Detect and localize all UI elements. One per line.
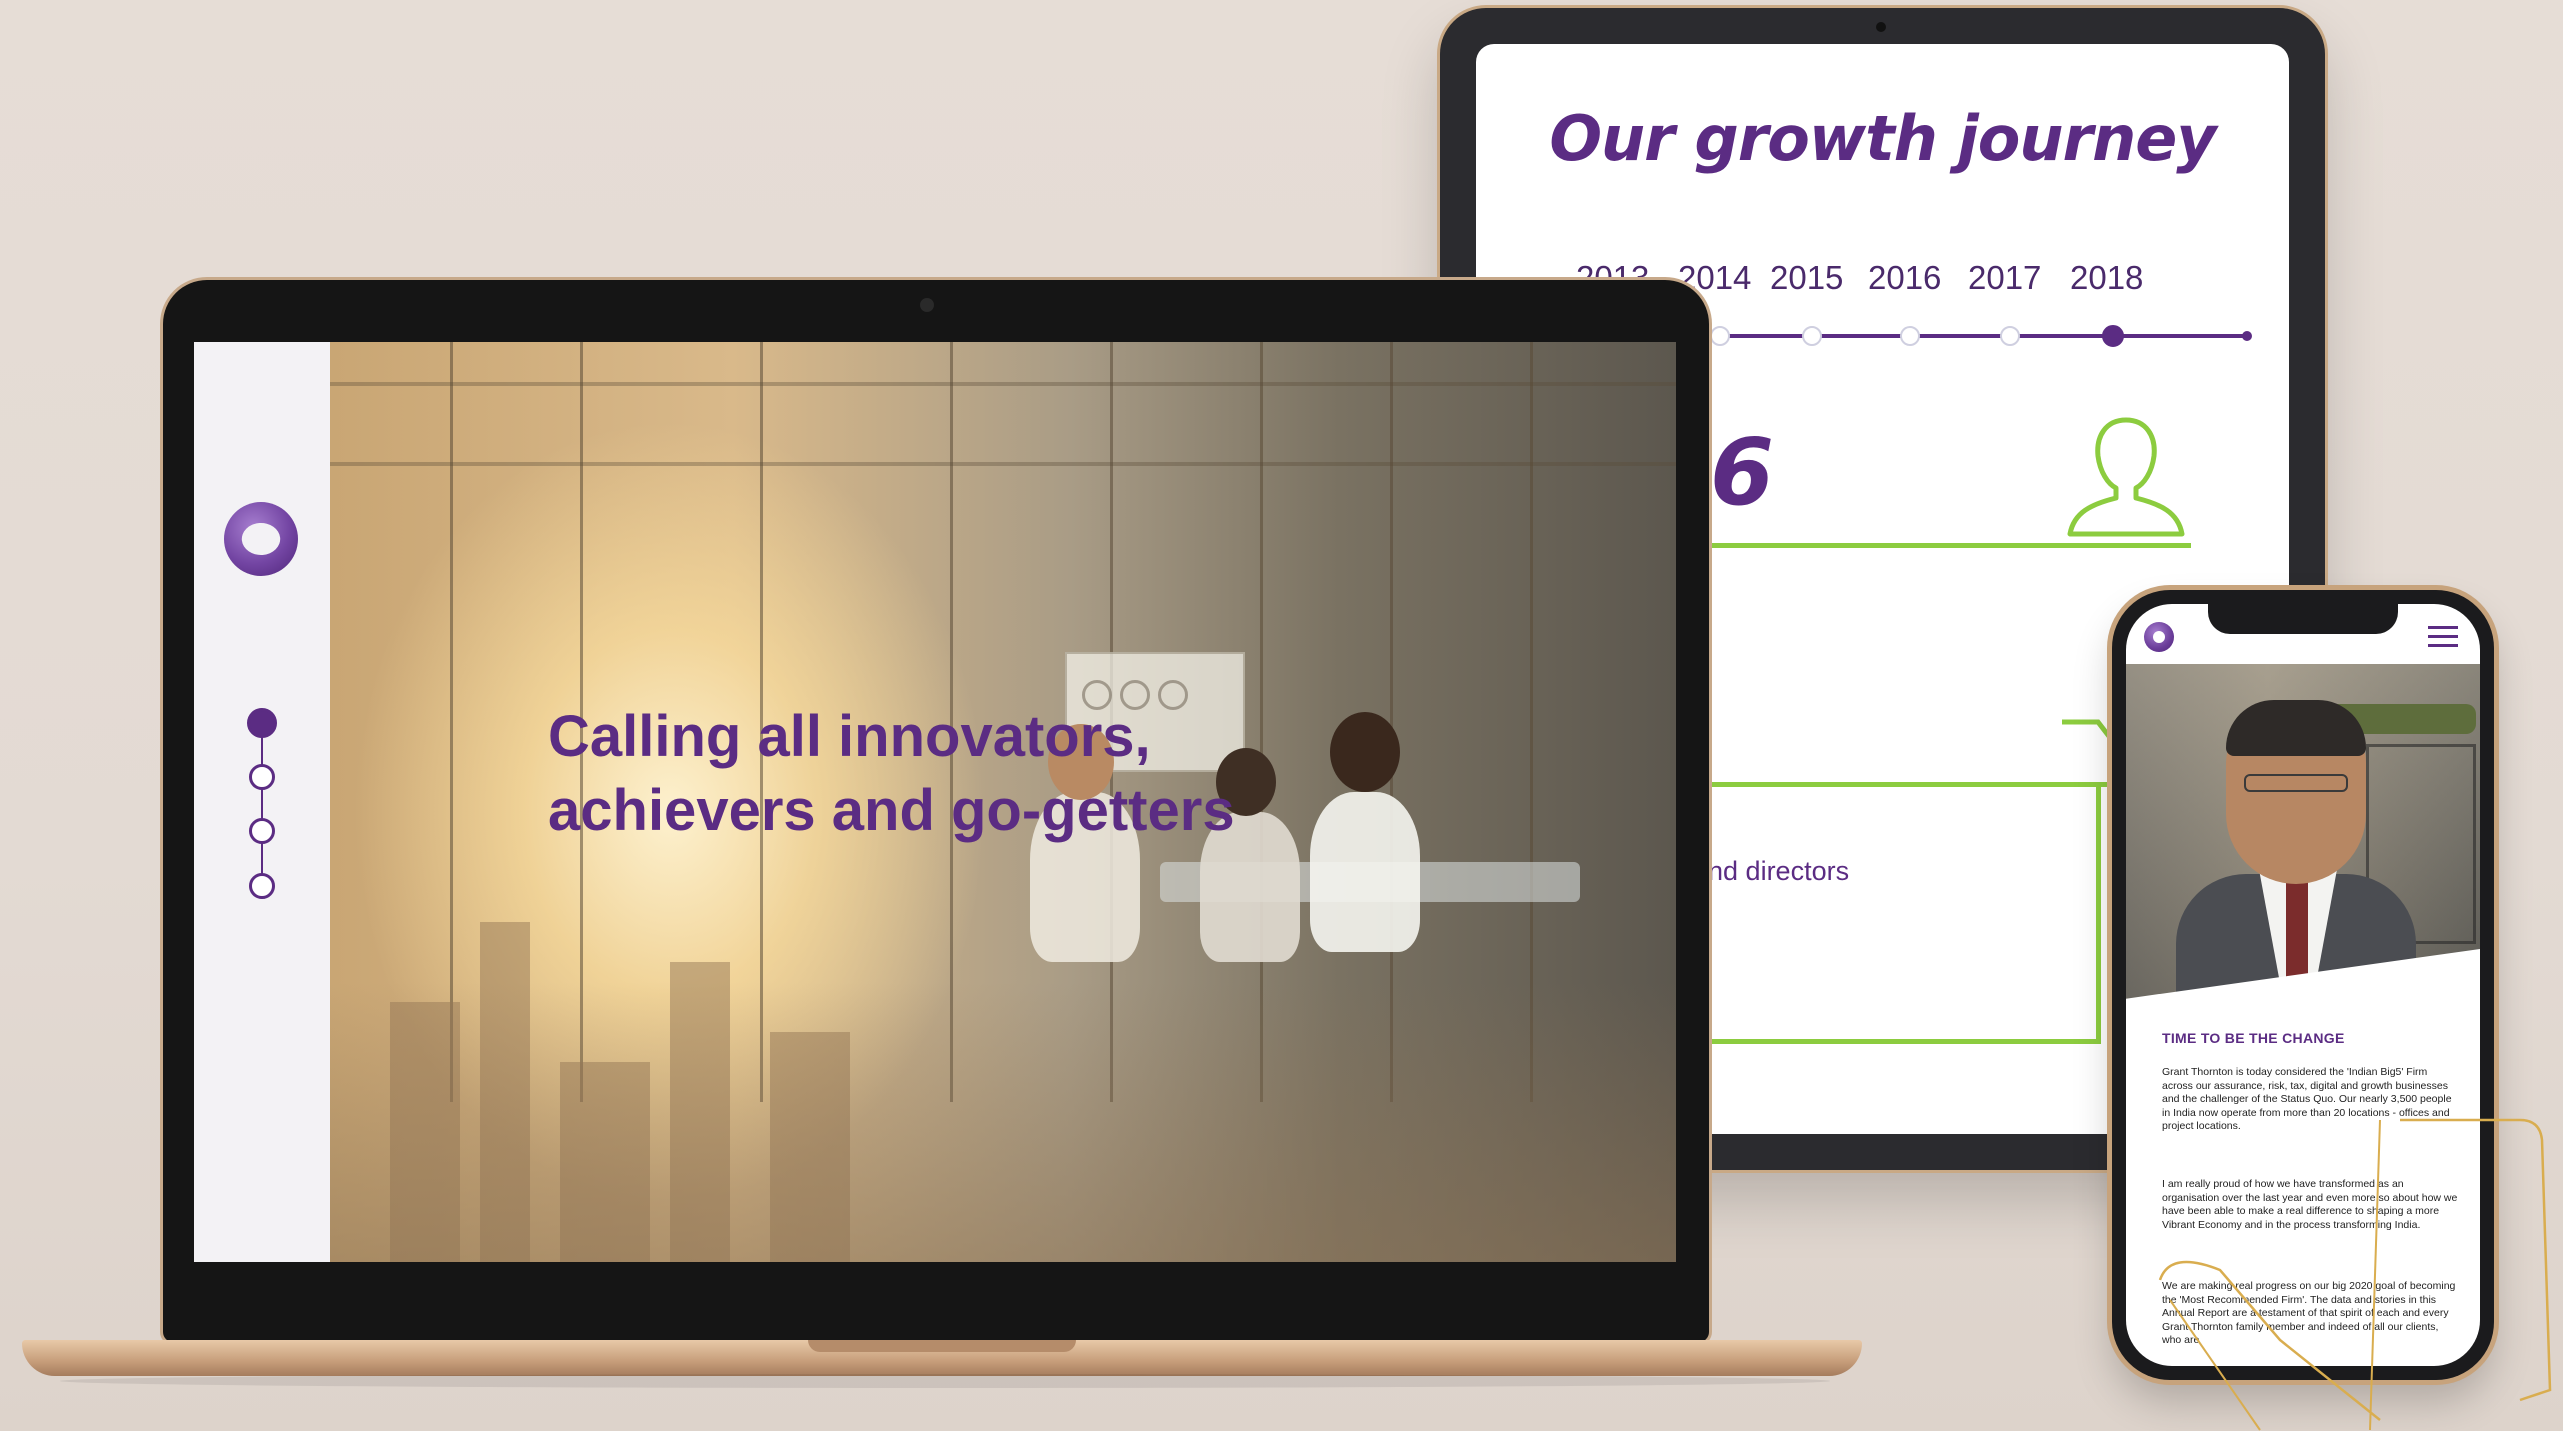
pager-dot-1-active[interactable] [247, 708, 277, 738]
grant-thornton-logo-small[interactable] [2144, 622, 2174, 652]
year-2018[interactable]: 2018 [2070, 259, 2143, 297]
year-2017[interactable]: 2017 [1968, 259, 2041, 297]
phone-notch [2208, 604, 2398, 634]
hamburger-menu-icon[interactable] [2428, 626, 2458, 648]
timeline-dot-2014[interactable] [1710, 326, 1730, 346]
laptop-shadow [60, 1374, 1830, 1388]
year-2016[interactable]: 2016 [1868, 259, 1941, 297]
laptop-camera [920, 298, 934, 312]
timeline-end-dot [2242, 331, 2252, 341]
pager-dot-3[interactable] [249, 818, 275, 844]
timeline-dot-2015[interactable] [1802, 326, 1822, 346]
growth-journey-title: Our growth journey [1549, 102, 2216, 175]
hero-line-2: achievers and go-getters [548, 778, 1235, 843]
laptop-screen: Calling all innovators, achievers and go… [194, 342, 1676, 1262]
stat-divider-1 [1626, 543, 2191, 548]
grant-thornton-logo[interactable] [224, 502, 298, 576]
timeline-dot-2018-active[interactable] [2102, 325, 2124, 347]
laptop-opening-notch [808, 1340, 1076, 1352]
year-2015[interactable]: 2015 [1770, 259, 1843, 297]
person-outline-icon [2067, 417, 2185, 537]
side-navigation [194, 342, 330, 1262]
tablet-camera [1876, 22, 1886, 32]
stat-divider-2 [1626, 782, 2191, 787]
timeline-dot-2016[interactable] [1900, 326, 1920, 346]
pager-dot-2[interactable] [249, 764, 275, 790]
pager-line [261, 722, 263, 892]
pager-dot-4[interactable] [249, 873, 275, 899]
hero-line-1: Calling all innovators, [548, 704, 1151, 769]
hero-headline: Calling all innovators, achievers and go… [548, 700, 1368, 848]
stat-bracket-vertical [2096, 784, 2101, 1044]
timeline-dot-2017[interactable] [2000, 326, 2020, 346]
article-heading: TIME TO BE THE CHANGE [2162, 1030, 2345, 1046]
gold-decorative-lines [2158, 1118, 2552, 1431]
